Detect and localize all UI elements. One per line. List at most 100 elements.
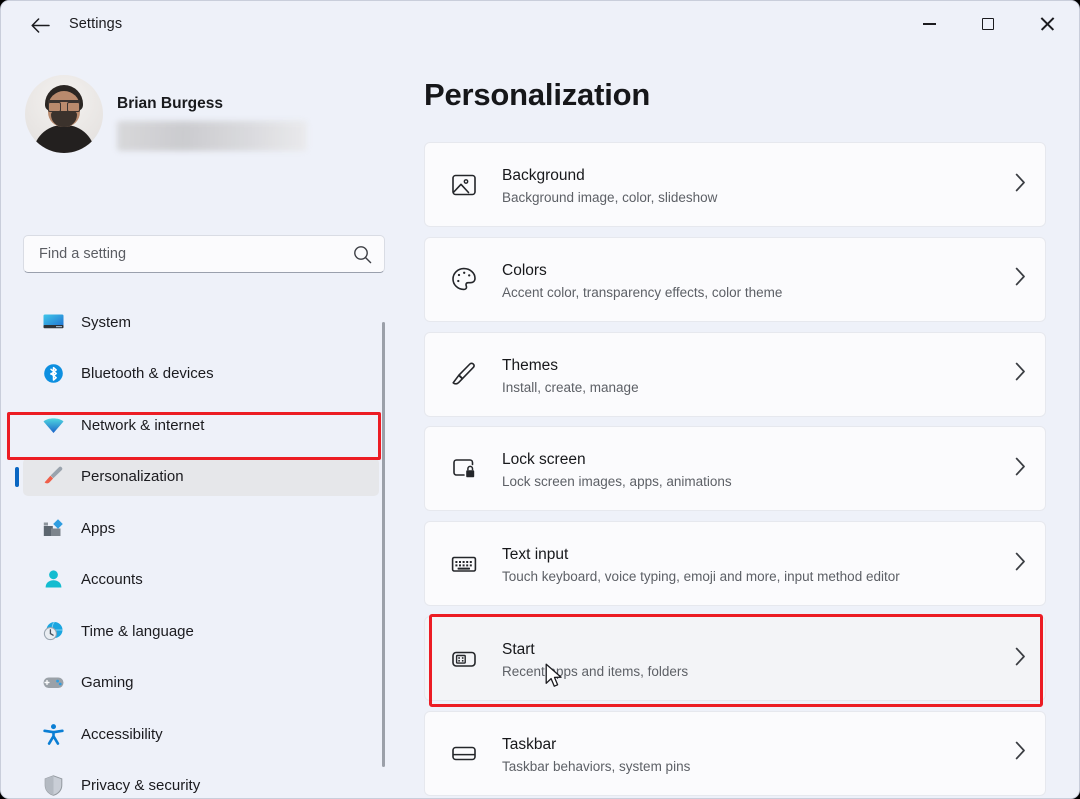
page-title: Personalization [424, 77, 650, 113]
sidebar-item-personalization[interactable]: Personalization [23, 458, 379, 496]
close-button[interactable] [1024, 1, 1070, 47]
sidebar-item-label: Accounts [81, 571, 143, 588]
close-icon [1040, 17, 1054, 31]
card-background[interactable]: BackgroundBackground image, color, slide… [424, 142, 1046, 227]
sidebar-item-label: Time & language [81, 623, 194, 640]
chevron-right-icon [1014, 456, 1027, 476]
palette-icon [449, 264, 479, 294]
sidebar-item-label: Personalization [81, 468, 184, 485]
card-title: Taskbar [502, 736, 556, 754]
sidebar-item-label: Gaming [81, 674, 134, 691]
sidebar-nav-list: System Bluetooth & devices Network & inter… [1, 257, 401, 799]
card-themes[interactable]: Themes Install, create, manage [424, 332, 1046, 417]
maximize-button[interactable] [965, 1, 1011, 47]
bluetooth-icon [42, 362, 65, 385]
sidebar-scrollbar[interactable] [382, 322, 385, 767]
accessibility-icon [41, 722, 65, 746]
sidebar-item-accounts[interactable]: Accounts [23, 561, 379, 599]
card-text-input[interactable]: Text inputTouch keyboard, voice typing, … [424, 521, 1046, 606]
shield-icon [41, 774, 65, 798]
sidebar-item-system[interactable]: System [23, 303, 379, 341]
chevron-right-icon [1014, 267, 1027, 292]
account-person-icon [42, 568, 65, 591]
sidebar: Brian Burgess Find a setting SystemBluet… [1, 47, 401, 799]
sidebar-item-label: Bluetooth & devices [81, 365, 214, 382]
shield-icon [42, 774, 65, 797]
chevron-right-icon [1014, 551, 1027, 571]
apps-icon [41, 516, 65, 540]
chevron-right-icon [1014, 741, 1027, 761]
sidebar-item-label: Network & internet [81, 417, 204, 434]
sidebar-item-time-language[interactable]: Time & language [23, 612, 379, 650]
back-arrow-icon [31, 18, 50, 33]
main-content: Personalization BackgroundBackground ima… [401, 47, 1080, 799]
apps-icon [42, 517, 65, 540]
chevron-right-icon [1014, 172, 1027, 192]
card-colors[interactable]: Colors Accent color, transparency effects… [424, 237, 1046, 322]
picture-icon [449, 170, 479, 200]
app-title: Settings [69, 16, 122, 32]
wifi-icon [42, 414, 65, 437]
lock-screen-icon [449, 454, 479, 484]
sidebar-item-privacy-security[interactable]: Privacy & security [23, 767, 379, 799]
chevron-right-icon [1014, 646, 1027, 671]
paintbrush-icon [450, 360, 478, 388]
system-monitor-icon [41, 310, 65, 334]
card-title: Lock screen [502, 451, 586, 469]
chevron-right-icon [1014, 551, 1027, 576]
card-subtitle: Install, create, manage [502, 380, 639, 395]
card-subtitle: Recent apps and items, folders [502, 664, 688, 679]
chevron-right-icon [1014, 362, 1027, 387]
minimize-icon [923, 23, 936, 25]
sidebar-item-bluetooth-devices[interactable]: Bluetooth & devices [23, 355, 379, 393]
gamepad-icon [42, 671, 65, 694]
account-person-icon [41, 568, 65, 592]
minimize-button[interactable] [906, 1, 952, 47]
clock-globe-icon [41, 619, 65, 643]
card-lock-screen[interactable]: Lock screen Lock screen images, apps, ani… [424, 426, 1046, 511]
palette-icon [450, 265, 478, 293]
card-subtitle: Touch keyboard, voice typing, emoji and … [502, 569, 900, 584]
clock-globe-icon [42, 620, 65, 643]
start-menu-icon [449, 644, 479, 674]
card-taskbar[interactable]: Taskbar Taskbar behaviors, system pins [424, 711, 1046, 796]
accessibility-icon [42, 723, 65, 746]
card-subtitle: Accent color, transparency effects, colo… [502, 285, 782, 300]
wifi-icon [41, 413, 65, 437]
sidebar-item-gaming[interactable]: Gaming [23, 664, 379, 702]
taskbar-icon [449, 738, 479, 768]
back-button[interactable] [23, 11, 57, 39]
chevron-right-icon [1014, 646, 1027, 666]
bluetooth-icon [41, 362, 65, 386]
keyboard-icon [450, 550, 478, 578]
sidebar-item-label: System [81, 314, 131, 331]
picture-icon [450, 171, 478, 199]
card-subtitle: Background image, color, slideshow [502, 190, 717, 205]
profile-name: Brian Burgess [117, 95, 223, 113]
sidebar-item-accessibility[interactable]: Accessibility [23, 715, 379, 753]
chevron-right-icon [1014, 172, 1027, 197]
keyboard-icon [449, 549, 479, 579]
sidebar-item-label: Accessibility [81, 726, 163, 743]
sidebar-item-label: Apps [81, 520, 115, 537]
card-subtitle: Lock screen images, apps, animations [502, 474, 732, 489]
paintbrush-icon [41, 465, 65, 489]
chevron-right-icon [1014, 456, 1027, 481]
chevron-right-icon [1014, 362, 1027, 382]
card-title: Start [502, 641, 535, 659]
avatar [25, 75, 103, 153]
card-title: Themes [502, 357, 558, 375]
card-start[interactable]: Start Recent apps and items, folders [424, 616, 1046, 701]
card-subtitle: Taskbar behaviors, system pins [502, 759, 690, 774]
title-bar: Settings [1, 1, 1080, 47]
card-title: Colors [502, 262, 547, 280]
chevron-right-icon [1014, 267, 1027, 287]
sidebar-item-network-internet[interactable]: Network & internet [23, 406, 379, 444]
user-profile[interactable]: Brian Burgess [23, 71, 373, 163]
taskbar-icon [450, 739, 478, 767]
paintbrush-icon [42, 465, 65, 488]
start-menu-icon [450, 645, 478, 673]
sidebar-item-label: Privacy & security [81, 777, 200, 794]
sidebar-item-apps[interactable]: Apps [23, 509, 379, 547]
settings-window: Settings Brian Burgess Find a setting [0, 0, 1080, 799]
